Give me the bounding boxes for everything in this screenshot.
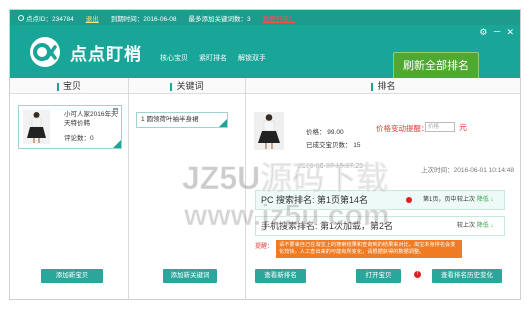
open-item-badge: ! (414, 271, 421, 278)
app-header: 点点盯梢 核心宝贝 紧盯排名 解锁双手 ⚙ － ✕ 刷新全部排名 (10, 25, 520, 80)
mobile-trend-compare: 较上次 (457, 223, 476, 229)
user-id: 点点ID：234784 (26, 15, 74, 23)
minimize-icon[interactable]: － (492, 27, 501, 37)
rank-history-button[interactable]: 查看排名历史变化 (432, 269, 502, 283)
window-controls: ⚙ － ✕ (474, 27, 514, 37)
pc-trend-compare: 较上次 (457, 197, 476, 203)
product-title: 小可人家2016年天天特价韩 (64, 111, 118, 127)
last-update-time: 上次时间：2016-06-01 10:14:48 (421, 167, 514, 174)
pc-trend-value: 降低 (476, 197, 489, 203)
check-corner-icon (113, 140, 121, 148)
products-header: 宝贝 (10, 78, 128, 94)
mobile-trend: 较上次 降低 ↓ (457, 217, 493, 235)
add-keyword-button[interactable]: 添加新关键词 (163, 269, 217, 283)
ranking-product-image (254, 112, 284, 150)
mobile-rank-label: 手机搜索排名: 第1次加载，第2名 (261, 221, 394, 231)
main-nav: 核心宝贝 紧盯排名 解锁双手 (160, 53, 277, 63)
product-card[interactable]: 小可人家2016年天天特价韩 评论数：0 (18, 105, 122, 149)
products-panel: 宝贝 小可人家2016年天天特价韩 评论数：0 添加新宝贝 (10, 78, 129, 299)
down-arrow-icon: ↓ (490, 197, 494, 203)
view-new-rank-button[interactable]: 查看新排名 (255, 269, 306, 283)
down-arrow-icon: ↓ (490, 223, 494, 229)
keyword-index: 1 (141, 116, 145, 123)
close-icon[interactable]: ✕ (506, 27, 514, 37)
ranking-panel: 排名 价格： 99.00 已成交宝贝数： 15 价格变动提醒： 价格 元 201… (246, 78, 520, 299)
add-product-button[interactable]: 添加新宝贝 (41, 269, 103, 283)
max-keywords: 最多添加关键词数：3 (188, 15, 251, 23)
keywords-panel: 关键词 1 圆领荷叶袖半身裙 添加新关键词 (129, 78, 246, 299)
tip-label: 提醒： (255, 244, 274, 250)
product-thumbnail (23, 110, 50, 144)
keywords-title: 关键词 (176, 81, 204, 91)
user-icon (18, 14, 24, 21)
ranking-header: 排名 (246, 78, 520, 94)
product-review-count: 评论数：0 (64, 135, 94, 142)
keyword-text: 圆领荷叶袖半身裙 (146, 116, 199, 123)
nav-core-items[interactable]: 核心宝贝 (160, 53, 188, 63)
expiry-date: 到期时间：2016-06-08 (110, 15, 177, 23)
nav-track-rank[interactable]: 紧盯排名 (199, 53, 227, 63)
logo-icon (30, 37, 60, 67)
price-alert-input[interactable]: 价格 (425, 122, 455, 132)
refresh-all-button[interactable]: 刷新全部排名 (393, 52, 479, 80)
ranking-timestamp: 2016-06-07 15:27:25 (298, 163, 363, 170)
logout-link[interactable]: 退出 (86, 13, 99, 23)
mobile-trend-value: 降低 (476, 223, 489, 229)
mobile-rank-row: 手机搜索排名: 第1次加载，第2名 较上次 降低 ↓ (255, 216, 505, 236)
open-item-button[interactable]: 打开宝贝 (356, 269, 401, 283)
price-alert-unit: 元 (459, 123, 467, 132)
pc-rank-label: PC 搜索排名: 第1页第14名 (261, 195, 369, 205)
ranking-title: 排名 (377, 81, 396, 91)
ranking-sold-count: 已成交宝贝数： 15 (306, 142, 361, 149)
trash-icon[interactable] (113, 108, 118, 114)
pc-rank-page: 第1页，页中 (423, 197, 457, 203)
price-alert-label: 价格变动提醒： (376, 124, 429, 133)
warning-dot-icon (406, 197, 412, 203)
keywords-header: 关键词 (129, 78, 245, 94)
ranking-price: 价格： 99.00 (306, 129, 344, 136)
tip-message: 请不要拿自己在淘宝上的搜索结果和查询到的结果来对比，淘宝本身排名会变化较快，人工… (276, 240, 462, 258)
gear-icon[interactable]: ⚙ (479, 27, 487, 37)
app-window: 点点ID：234784 退出 到期时间：2016-06-08 最多添加关键词数：… (9, 9, 521, 300)
check-corner-icon (219, 119, 227, 127)
keyword-item[interactable]: 1 圆领荷叶袖半身裙 (136, 112, 228, 128)
pc-rank-row: PC 搜索排名: 第1页第14名 第1页，页中 较上次 降低 ↓ (255, 190, 505, 210)
pc-trend: 较上次 降低 ↓ (457, 191, 493, 209)
app-name: 点点盯梢 (70, 45, 142, 64)
upgrade-link[interactable]: 我要升级！ (263, 13, 296, 23)
top-info-bar: 点点ID：234784 退出 到期时间：2016-06-08 最多添加关键词数：… (10, 10, 520, 25)
products-title: 宝贝 (62, 81, 81, 91)
nav-free-hands[interactable]: 解锁双手 (238, 53, 266, 63)
